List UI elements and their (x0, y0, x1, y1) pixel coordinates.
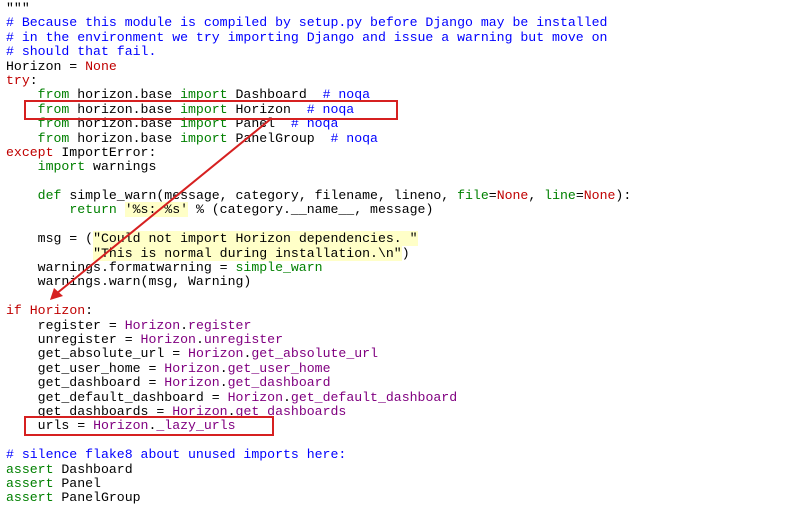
code-line: try: (6, 72, 38, 88)
code-line: from horizon.base import PanelGroup # no… (37, 130, 378, 146)
code-line: get_absolute_url = Horizon.get_absolute_… (6, 346, 378, 362)
code-line: msg = ("Could not import Horizon depende… (6, 231, 418, 247)
code-line: # in the environment we try importing Dj… (6, 29, 608, 45)
code-line: warnings.warn(msg, Warning) (6, 274, 252, 290)
code-editor[interactable]: """ # Because this module is compiled by … (0, 0, 792, 505)
code-line: # silence flake8 about unused imports he… (6, 447, 347, 463)
code-line: def simple_warn(message, category, filen… (37, 188, 632, 204)
code-line: if Horizon: (6, 303, 94, 319)
code-line: get_dashboards = Horizon.get_dashboards (6, 403, 347, 419)
code-line: assert Panel (6, 475, 101, 491)
code-line: Horizon = None (6, 58, 117, 74)
code-line: get_user_home = Horizon.get_user_home (6, 360, 331, 376)
code-line: get_default_dashboard = Horizon.get_defa… (6, 389, 458, 405)
code-line: "This is normal during installation.\n") (93, 245, 410, 261)
code-line: # should that fail. (6, 44, 157, 60)
code-line: from horizon.base import Panel # noqa (37, 116, 339, 132)
code-line: return '%s: %s' % (category.__name__, me… (69, 202, 434, 218)
code-line: except ImportError: (6, 144, 157, 160)
code-line: unregister = Horizon.unregister (6, 331, 284, 347)
code-line: # Because this module is compiled by set… (6, 15, 608, 31)
code-line: get_dashboard = Horizon.get_dashboard (6, 375, 331, 391)
code-line: import warnings (37, 159, 157, 175)
code-line: register = Horizon.register (6, 317, 252, 333)
code-line: """ (6, 1, 30, 16)
code-line: assert Dashboard (6, 461, 133, 477)
code-line: urls = Horizon._lazy_urls (6, 418, 236, 434)
code-line: from horizon.base import Horizon # noqa (37, 101, 355, 117)
code-line: from horizon.base import Dashboard # noq… (37, 87, 371, 103)
code-line: warnings.formatwarning = simple_warn (6, 260, 323, 276)
